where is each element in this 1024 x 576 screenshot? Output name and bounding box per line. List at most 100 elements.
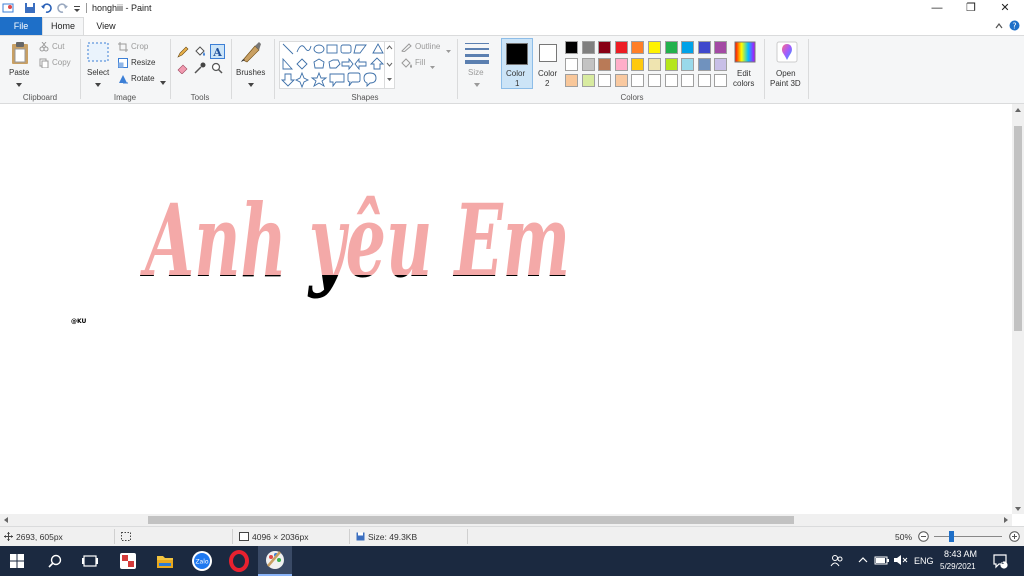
show-hidden-icons-icon[interactable] — [858, 555, 868, 567]
brushes-icon[interactable] — [239, 40, 263, 66]
palette-swatch[interactable] — [714, 74, 728, 87]
fill-icon[interactable] — [401, 58, 413, 70]
copy-button[interactable]: Copy — [52, 58, 71, 67]
collapse-ribbon-icon[interactable] — [994, 21, 1004, 33]
notifications-icon[interactable] — [992, 553, 1008, 571]
scroll-left-icon[interactable] — [3, 516, 9, 526]
taskbar-app-snipping-icon[interactable] — [116, 549, 140, 573]
minimize-button[interactable]: — — [920, 0, 954, 17]
palette-swatch[interactable] — [664, 57, 678, 71]
zoom-slider[interactable] — [934, 536, 1002, 537]
select-dropdown-icon[interactable] — [95, 79, 101, 89]
select-button[interactable]: Select — [87, 68, 109, 77]
paste-icon[interactable] — [10, 41, 30, 67]
scroll-up-icon[interactable] — [1014, 106, 1022, 115]
palette-swatch[interactable] — [598, 74, 612, 87]
palette-swatch[interactable] — [565, 74, 578, 87]
edit-colors-icon[interactable] — [734, 41, 756, 65]
palette-swatch[interactable] — [598, 57, 612, 71]
color2-swatch[interactable] — [539, 44, 557, 62]
pencil-icon[interactable] — [177, 46, 189, 60]
tab-view[interactable]: View — [88, 17, 124, 35]
start-icon[interactable] — [10, 554, 24, 570]
paint3d-icon[interactable] — [776, 41, 798, 65]
copy-icon[interactable] — [39, 58, 49, 70]
vertical-scroll-thumb[interactable] — [1014, 126, 1022, 331]
edit-colors-sublabel[interactable]: colors — [733, 79, 754, 88]
artwork-canvas[interactable]: Anh yêu Em @KU — [0, 104, 1012, 514]
size-icon[interactable] — [465, 42, 489, 66]
palette-swatch[interactable] — [681, 74, 695, 87]
size-dropdown-icon[interactable] — [474, 79, 480, 89]
scroll-down-icon[interactable] — [1014, 505, 1022, 514]
maximize-button[interactable]: ❐ — [954, 0, 988, 17]
palette-swatch[interactable] — [664, 74, 678, 87]
palette-swatch[interactable] — [565, 41, 578, 54]
fill-button[interactable]: Fill — [415, 58, 425, 67]
rotate-dropdown-icon[interactable] — [160, 77, 166, 87]
close-button[interactable]: ✕ — [988, 0, 1022, 17]
zoom-slider-thumb[interactable] — [948, 531, 954, 542]
magnifier-icon[interactable] — [211, 62, 223, 76]
text-tool-icon[interactable]: A — [210, 44, 225, 59]
taskbar-app-paint-active[interactable] — [258, 546, 292, 576]
palette-swatch[interactable] — [697, 57, 711, 71]
color1-swatch[interactable] — [506, 43, 528, 65]
clock-time[interactable]: 8:43 AM — [944, 549, 977, 559]
save-icon[interactable] — [24, 2, 36, 14]
clock-date[interactable]: 5/29/2021 — [940, 562, 976, 571]
undo-icon[interactable] — [40, 2, 52, 14]
zalo-icon[interactable]: Zalo — [190, 549, 214, 573]
palette-swatch[interactable] — [648, 41, 661, 54]
palette-swatch[interactable] — [614, 74, 628, 87]
file-explorer-icon[interactable] — [153, 549, 177, 573]
palette-swatch[interactable] — [581, 57, 595, 71]
volume-muted-icon[interactable] — [893, 554, 909, 568]
fill-bucket-icon[interactable] — [194, 46, 206, 60]
palette-swatch[interactable] — [648, 57, 661, 71]
outline-icon[interactable] — [401, 42, 413, 54]
task-view-icon[interactable] — [82, 554, 98, 570]
palette-swatch[interactable] — [697, 41, 711, 54]
paste-button[interactable]: Paste — [9, 68, 29, 77]
help-icon[interactable]: ? — [1009, 20, 1020, 33]
palette-swatch[interactable] — [664, 41, 678, 54]
palette-swatch[interactable] — [581, 74, 595, 87]
customize-quick-access-icon[interactable] — [72, 2, 84, 14]
zoom-in-icon[interactable] — [1009, 531, 1020, 544]
rotate-icon[interactable] — [118, 74, 129, 86]
redo-icon[interactable] — [57, 2, 69, 14]
select-icon[interactable] — [87, 42, 109, 64]
palette-swatch[interactable] — [631, 74, 645, 87]
eraser-icon[interactable] — [177, 62, 189, 76]
canvas[interactable]: Anh yêu Em @KU — [0, 104, 1012, 514]
fill-dropdown-icon[interactable] — [430, 61, 435, 71]
palette-swatch[interactable] — [614, 57, 628, 71]
color-picker-icon[interactable] — [194, 62, 206, 76]
palette-swatch[interactable] — [681, 57, 695, 71]
resize-icon[interactable] — [118, 58, 128, 70]
people-icon[interactable] — [830, 554, 844, 570]
cut-icon[interactable] — [39, 41, 49, 54]
rotate-button[interactable]: Rotate — [131, 74, 155, 83]
palette-swatch[interactable] — [598, 41, 612, 54]
edit-colors-label[interactable]: Edit — [737, 69, 751, 78]
outline-dropdown-icon[interactable] — [446, 45, 451, 55]
crop-button[interactable]: Crop — [131, 42, 148, 51]
zoom-out-icon[interactable] — [918, 531, 929, 544]
shapes-scrollbar[interactable] — [385, 41, 395, 89]
scroll-right-icon[interactable] — [1003, 516, 1009, 526]
palette-swatch[interactable] — [614, 41, 628, 54]
palette-swatch[interactable] — [714, 57, 728, 71]
opera-icon[interactable] — [227, 549, 251, 573]
tab-home[interactable]: Home — [42, 17, 84, 35]
palette-swatch[interactable] — [681, 41, 695, 54]
horizontal-scroll-thumb[interactable] — [148, 516, 794, 524]
brushes-button[interactable]: Brushes — [236, 68, 265, 77]
palette-swatch[interactable] — [697, 74, 711, 87]
palette-swatch[interactable] — [631, 57, 645, 71]
palette-swatch[interactable] — [565, 57, 578, 71]
shapes-gallery[interactable] — [279, 41, 385, 89]
tab-file[interactable]: File — [0, 17, 42, 35]
battery-icon[interactable] — [874, 554, 890, 568]
